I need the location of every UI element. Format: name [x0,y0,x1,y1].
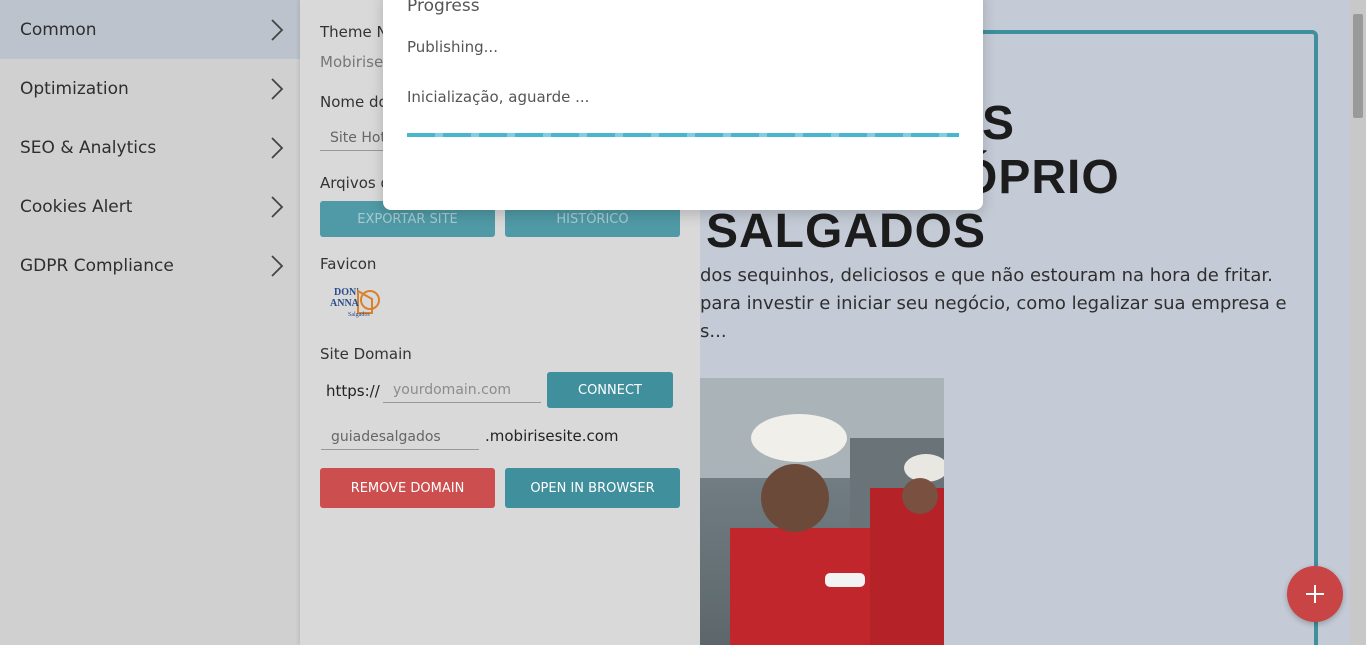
favicon-label: Favicon [320,255,377,273]
favicon-logo-line2: ANNA [330,298,359,309]
chevron-right-icon [271,18,284,41]
theme-name-value: Mobirise [320,53,384,71]
hero-photo-image [700,378,944,645]
chevron-right-icon [271,254,284,277]
menu-item-label: Optimization [20,78,129,99]
hero-paragraph-line2: para investir e iniciar seu negócio, com… [700,293,1287,314]
hero-photo [700,378,944,645]
hero-heading-line1: S [982,97,1016,150]
menu-item-common[interactable]: Common [0,0,300,59]
scrollbar-thumb[interactable] [1353,14,1363,118]
progress-dialog-title: Progress [407,0,480,16]
hero-heading-line3: SALGADOS [706,205,987,258]
https-prefix: https:// [326,382,380,400]
remove-domain-button[interactable]: REMOVE DOMAIN [320,468,495,508]
settings-menu: Common Optimization SEO & Analytics Cook… [0,0,300,645]
progress-bar [407,133,959,137]
favicon-logo-line1: DON' [334,287,359,298]
menu-item-label: GDPR Compliance [20,255,174,276]
menu-item-label: Common [20,19,97,40]
page-scrollbar[interactable] [1350,0,1366,645]
site-name-label: Nome do [320,93,388,111]
site-files-label: Arqivos d [320,174,391,192]
hero-paragraph-line3: s... [700,321,727,342]
progress-dialog: Progress Publishing... Inicialização, ag… [383,0,983,210]
progress-message: Inicialização, aguarde ... [407,88,590,106]
theme-name-label: Theme N [320,23,388,41]
menu-item-cookies-alert[interactable]: Cookies Alert [0,177,300,236]
open-in-browser-button[interactable]: OPEN IN BROWSER [505,468,680,508]
menu-item-label: SEO & Analytics [20,137,157,158]
menu-item-label: Cookies Alert [20,196,133,217]
chevron-right-icon [271,77,284,100]
menu-item-gdpr-compliance[interactable]: GDPR Compliance [0,236,300,295]
subdomain-suffix: .mobirisesite.com [485,427,619,445]
hero-paragraph-line1: dos sequinhos, deliciosos e que não esto… [700,265,1273,286]
plus-icon [1306,585,1324,603]
favicon-logo-line3: Salgados [348,312,370,318]
chevron-right-icon [271,195,284,218]
menu-item-optimization[interactable]: Optimization [0,59,300,118]
site-domain-label: Site Domain [320,345,412,363]
chevron-right-icon [271,136,284,159]
menu-item-seo-analytics[interactable]: SEO & Analytics [0,118,300,177]
connect-button[interactable]: CONNECT [547,372,673,408]
favicon-logo[interactable]: DON' ANNA Salgados [328,285,382,323]
subdomain-input[interactable] [321,424,479,450]
hero-heading-line2: ÓPRIO [960,151,1120,204]
add-block-button[interactable] [1287,566,1343,622]
progress-status: Publishing... [407,38,498,56]
domain-input[interactable] [383,377,541,403]
